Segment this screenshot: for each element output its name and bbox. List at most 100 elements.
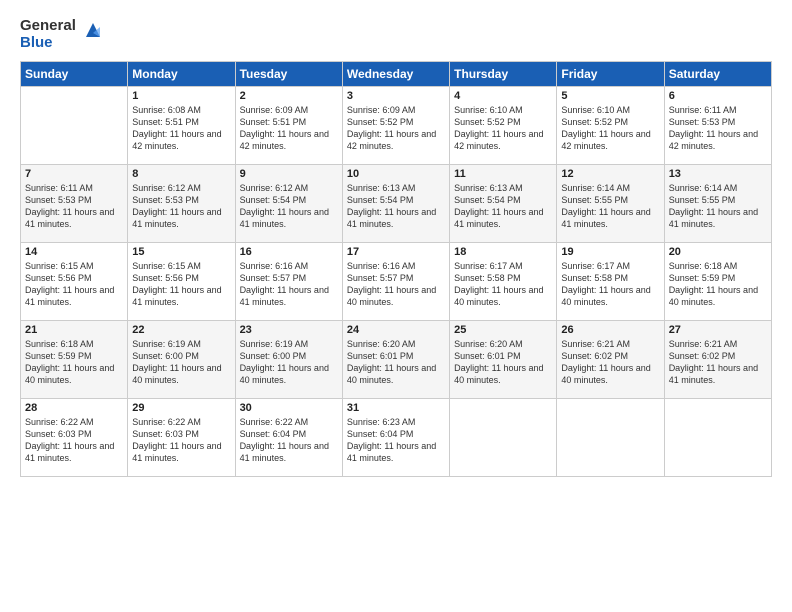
calendar-cell: 9 Sunrise: 6:12 AM Sunset: 5:54 PM Dayli… <box>235 165 342 243</box>
calendar-cell: 8 Sunrise: 6:12 AM Sunset: 5:53 PM Dayli… <box>128 165 235 243</box>
calendar-cell: 24 Sunrise: 6:20 AM Sunset: 6:01 PM Dayl… <box>342 321 449 399</box>
day-number: 3 <box>347 90 445 102</box>
day-header-thursday: Thursday <box>450 62 557 87</box>
calendar-cell: 18 Sunrise: 6:17 AM Sunset: 5:58 PM Dayl… <box>450 243 557 321</box>
calendar-cell <box>21 87 128 165</box>
calendar-cell: 28 Sunrise: 6:22 AM Sunset: 6:03 PM Dayl… <box>21 399 128 477</box>
day-number: 9 <box>240 168 338 180</box>
cell-info: Sunrise: 6:11 AM Sunset: 5:53 PM Dayligh… <box>25 182 123 231</box>
cell-info: Sunrise: 6:12 AM Sunset: 5:53 PM Dayligh… <box>132 182 230 231</box>
day-number: 13 <box>669 168 767 180</box>
header: General Blue <box>20 18 772 51</box>
calendar-week-5: 28 Sunrise: 6:22 AM Sunset: 6:03 PM Dayl… <box>21 399 772 477</box>
page: General Blue SundayMondayTuesdayWednesda… <box>0 0 792 612</box>
calendar-cell <box>664 399 771 477</box>
cell-info: Sunrise: 6:09 AM Sunset: 5:52 PM Dayligh… <box>347 104 445 153</box>
day-number: 18 <box>454 246 552 258</box>
day-number: 7 <box>25 168 123 180</box>
logo-blue: Blue <box>20 35 76 52</box>
cell-info: Sunrise: 6:10 AM Sunset: 5:52 PM Dayligh… <box>561 104 659 153</box>
cell-info: Sunrise: 6:18 AM Sunset: 5:59 PM Dayligh… <box>25 338 123 387</box>
calendar-cell: 1 Sunrise: 6:08 AM Sunset: 5:51 PM Dayli… <box>128 87 235 165</box>
calendar-cell: 6 Sunrise: 6:11 AM Sunset: 5:53 PM Dayli… <box>664 87 771 165</box>
cell-info: Sunrise: 6:19 AM Sunset: 6:00 PM Dayligh… <box>240 338 338 387</box>
cell-info: Sunrise: 6:21 AM Sunset: 6:02 PM Dayligh… <box>669 338 767 387</box>
cell-info: Sunrise: 6:09 AM Sunset: 5:51 PM Dayligh… <box>240 104 338 153</box>
cell-info: Sunrise: 6:21 AM Sunset: 6:02 PM Dayligh… <box>561 338 659 387</box>
day-header-saturday: Saturday <box>664 62 771 87</box>
calendar-cell: 2 Sunrise: 6:09 AM Sunset: 5:51 PM Dayli… <box>235 87 342 165</box>
calendar-week-3: 14 Sunrise: 6:15 AM Sunset: 5:56 PM Dayl… <box>21 243 772 321</box>
logo: General Blue <box>20 18 104 51</box>
calendar-cell: 13 Sunrise: 6:14 AM Sunset: 5:55 PM Dayl… <box>664 165 771 243</box>
day-number: 31 <box>347 402 445 414</box>
cell-info: Sunrise: 6:16 AM Sunset: 5:57 PM Dayligh… <box>240 260 338 309</box>
day-header-monday: Monday <box>128 62 235 87</box>
day-number: 10 <box>347 168 445 180</box>
calendar-cell: 17 Sunrise: 6:16 AM Sunset: 5:57 PM Dayl… <box>342 243 449 321</box>
day-number: 30 <box>240 402 338 414</box>
cell-info: Sunrise: 6:20 AM Sunset: 6:01 PM Dayligh… <box>347 338 445 387</box>
calendar-cell: 21 Sunrise: 6:18 AM Sunset: 5:59 PM Dayl… <box>21 321 128 399</box>
calendar-cell: 12 Sunrise: 6:14 AM Sunset: 5:55 PM Dayl… <box>557 165 664 243</box>
calendar-cell <box>450 399 557 477</box>
cell-info: Sunrise: 6:17 AM Sunset: 5:58 PM Dayligh… <box>454 260 552 309</box>
cell-info: Sunrise: 6:08 AM Sunset: 5:51 PM Dayligh… <box>132 104 230 153</box>
cell-info: Sunrise: 6:14 AM Sunset: 5:55 PM Dayligh… <box>669 182 767 231</box>
cell-info: Sunrise: 6:23 AM Sunset: 6:04 PM Dayligh… <box>347 416 445 465</box>
day-number: 27 <box>669 324 767 336</box>
day-number: 4 <box>454 90 552 102</box>
calendar-cell: 31 Sunrise: 6:23 AM Sunset: 6:04 PM Dayl… <box>342 399 449 477</box>
day-number: 6 <box>669 90 767 102</box>
cell-info: Sunrise: 6:12 AM Sunset: 5:54 PM Dayligh… <box>240 182 338 231</box>
day-number: 24 <box>347 324 445 336</box>
day-number: 2 <box>240 90 338 102</box>
cell-info: Sunrise: 6:16 AM Sunset: 5:57 PM Dayligh… <box>347 260 445 309</box>
day-number: 22 <box>132 324 230 336</box>
day-header-sunday: Sunday <box>21 62 128 87</box>
calendar-cell: 25 Sunrise: 6:20 AM Sunset: 6:01 PM Dayl… <box>450 321 557 399</box>
day-number: 17 <box>347 246 445 258</box>
day-number: 8 <box>132 168 230 180</box>
day-header-wednesday: Wednesday <box>342 62 449 87</box>
calendar-cell: 11 Sunrise: 6:13 AM Sunset: 5:54 PM Dayl… <box>450 165 557 243</box>
cell-info: Sunrise: 6:18 AM Sunset: 5:59 PM Dayligh… <box>669 260 767 309</box>
day-number: 23 <box>240 324 338 336</box>
day-number: 1 <box>132 90 230 102</box>
calendar-cell: 4 Sunrise: 6:10 AM Sunset: 5:52 PM Dayli… <box>450 87 557 165</box>
cell-info: Sunrise: 6:14 AM Sunset: 5:55 PM Dayligh… <box>561 182 659 231</box>
calendar-cell: 26 Sunrise: 6:21 AM Sunset: 6:02 PM Dayl… <box>557 321 664 399</box>
cell-info: Sunrise: 6:20 AM Sunset: 6:01 PM Dayligh… <box>454 338 552 387</box>
calendar-cell: 20 Sunrise: 6:18 AM Sunset: 5:59 PM Dayl… <box>664 243 771 321</box>
calendar-cell: 19 Sunrise: 6:17 AM Sunset: 5:58 PM Dayl… <box>557 243 664 321</box>
cell-info: Sunrise: 6:22 AM Sunset: 6:04 PM Dayligh… <box>240 416 338 465</box>
day-number: 16 <box>240 246 338 258</box>
cell-info: Sunrise: 6:15 AM Sunset: 5:56 PM Dayligh… <box>132 260 230 309</box>
calendar-cell: 29 Sunrise: 6:22 AM Sunset: 6:03 PM Dayl… <box>128 399 235 477</box>
cell-info: Sunrise: 6:22 AM Sunset: 6:03 PM Dayligh… <box>132 416 230 465</box>
day-number: 21 <box>25 324 123 336</box>
calendar-cell: 22 Sunrise: 6:19 AM Sunset: 6:00 PM Dayl… <box>128 321 235 399</box>
cell-info: Sunrise: 6:15 AM Sunset: 5:56 PM Dayligh… <box>25 260 123 309</box>
day-number: 11 <box>454 168 552 180</box>
calendar-table: SundayMondayTuesdayWednesdayThursdayFrid… <box>20 61 772 477</box>
day-header-tuesday: Tuesday <box>235 62 342 87</box>
calendar-cell: 23 Sunrise: 6:19 AM Sunset: 6:00 PM Dayl… <box>235 321 342 399</box>
cell-info: Sunrise: 6:13 AM Sunset: 5:54 PM Dayligh… <box>347 182 445 231</box>
calendar-week-1: 1 Sunrise: 6:08 AM Sunset: 5:51 PM Dayli… <box>21 87 772 165</box>
day-number: 25 <box>454 324 552 336</box>
calendar-week-4: 21 Sunrise: 6:18 AM Sunset: 5:59 PM Dayl… <box>21 321 772 399</box>
day-number: 19 <box>561 246 659 258</box>
cell-info: Sunrise: 6:22 AM Sunset: 6:03 PM Dayligh… <box>25 416 123 465</box>
day-number: 5 <box>561 90 659 102</box>
calendar-cell: 10 Sunrise: 6:13 AM Sunset: 5:54 PM Dayl… <box>342 165 449 243</box>
calendar-cell: 27 Sunrise: 6:21 AM Sunset: 6:02 PM Dayl… <box>664 321 771 399</box>
day-number: 14 <box>25 246 123 258</box>
calendar-cell: 7 Sunrise: 6:11 AM Sunset: 5:53 PM Dayli… <box>21 165 128 243</box>
calendar-cell: 14 Sunrise: 6:15 AM Sunset: 5:56 PM Dayl… <box>21 243 128 321</box>
day-number: 15 <box>132 246 230 258</box>
cell-info: Sunrise: 6:11 AM Sunset: 5:53 PM Dayligh… <box>669 104 767 153</box>
cell-info: Sunrise: 6:19 AM Sunset: 6:00 PM Dayligh… <box>132 338 230 387</box>
day-number: 29 <box>132 402 230 414</box>
calendar-header-row: SundayMondayTuesdayWednesdayThursdayFrid… <box>21 62 772 87</box>
